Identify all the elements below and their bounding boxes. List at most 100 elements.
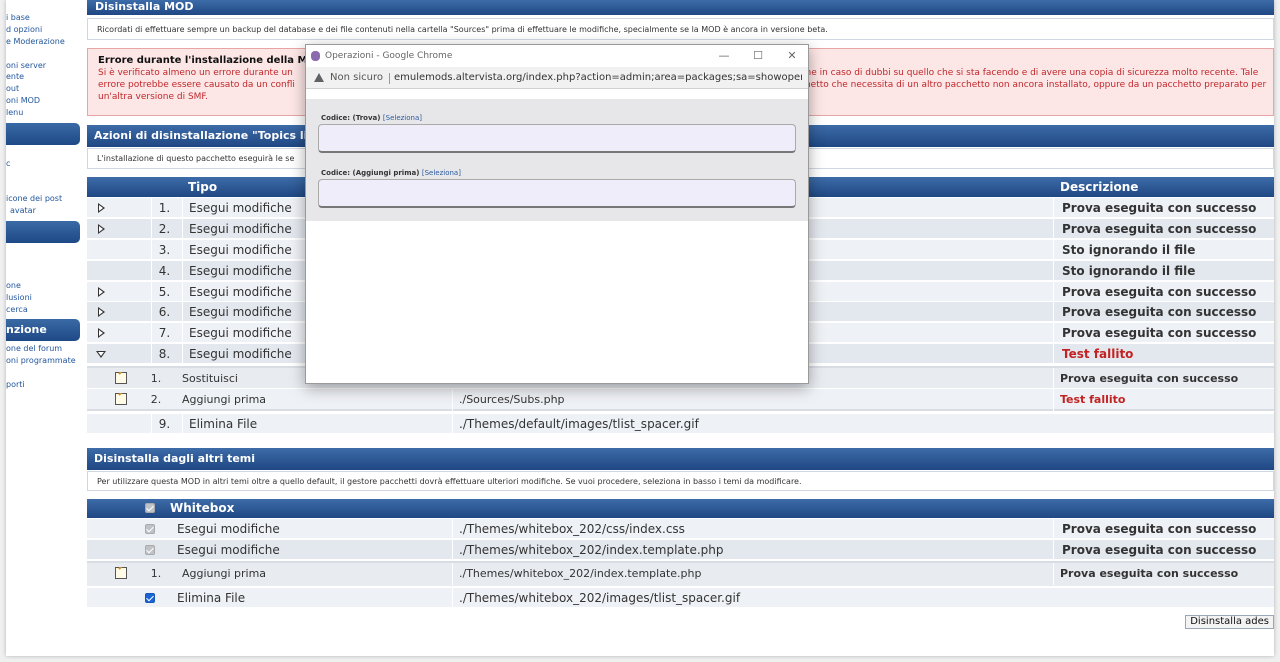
sidebar-link[interactable]: out	[6, 84, 19, 93]
sidebar-link[interactable]: avatar	[10, 206, 36, 215]
address-url[interactable]: emulemods.altervista.org/index.php?actio…	[394, 67, 802, 89]
expand-arrow-icon[interactable]	[93, 323, 113, 343]
action-status: Sto ignorando il file	[1053, 240, 1274, 260]
action-status: Sto ignorando il file	[1053, 261, 1274, 281]
theme-subaction-row: 1. Aggiungi prima ./Themes/whitebox_202/…	[87, 561, 1274, 586]
expand-arrow-icon[interactable]	[93, 282, 113, 302]
action-file: ./Themes/whitebox_202/images/tlist_space…	[452, 588, 1052, 608]
forum-admin-page: i base d opzioni e Moderazione oni serve…	[6, 0, 1274, 656]
add-before-code-label: Codice: (Aggiungi prima) [Seleziona]	[321, 169, 461, 177]
action-number: 3.	[151, 240, 177, 260]
sidebar-link[interactable]: lenu	[6, 108, 23, 117]
action-status: Prova eseguita con successo	[1053, 519, 1274, 539]
add-before-code-box[interactable]	[318, 179, 796, 208]
action-number: 4.	[151, 261, 177, 281]
subaction-file: ./Sources/Subs.php	[452, 389, 1052, 411]
sidebar-link[interactable]: oni server	[6, 61, 46, 70]
action-status: Prova eseguita con successo	[1053, 323, 1274, 343]
action-checkbox[interactable]	[145, 545, 155, 555]
sidebar-link[interactable]: cerca	[6, 305, 28, 314]
action-type: Elimina File	[177, 591, 246, 605]
sidebar-link[interactable]: ente	[6, 72, 24, 81]
subaction-number: 1.	[150, 372, 162, 385]
action-type: Elimina File	[182, 414, 452, 434]
popup-body: Codice: (Trova) [Seleziona] Codice: (Agg…	[306, 99, 808, 221]
theme-header-row: Whitebox	[87, 499, 1274, 518]
edit-icon[interactable]	[115, 567, 129, 581]
minimize-icon[interactable]: —	[707, 45, 741, 67]
theme-name: Whitebox	[170, 501, 235, 515]
action-row: 9. Elimina File ./Themes/default/images/tl…	[87, 414, 1274, 434]
sidebar-section-header	[6, 123, 80, 145]
error-text: errore potrebbe essere causato da un con…	[98, 80, 295, 90]
sidebar-link[interactable]: one	[6, 281, 21, 290]
action-type: Esegui modifiche	[177, 522, 280, 536]
select-link[interactable]: [Seleziona]	[422, 169, 461, 177]
action-status: Prova eseguita con successo	[1053, 540, 1274, 560]
find-code-box[interactable]	[318, 124, 796, 153]
subaction-type: Aggiungi prima	[182, 567, 267, 580]
sidebar-link[interactable]: c	[6, 159, 10, 168]
collapse-arrow-icon[interactable]	[93, 344, 113, 364]
expand-arrow-icon[interactable]	[93, 302, 113, 322]
action-file: ./Themes/default/images/tlist_spacer.gif	[452, 414, 1052, 434]
warning-icon	[314, 73, 324, 82]
action-file: ./Themes/whitebox_202/index.template.php	[452, 540, 1052, 560]
theme-action-row: Esegui modifiche ./Themes/whitebox_202/c…	[87, 519, 1274, 539]
action-status: Prova eseguita con successo	[1053, 198, 1274, 218]
maximize-icon[interactable]: ☐	[741, 45, 775, 67]
error-text: chetto che necessita di un altro pacchet…	[800, 80, 1267, 90]
subaction-file: ./Themes/whitebox_202/index.template.php	[452, 563, 1052, 585]
sidebar-link[interactable]: e Moderazione	[6, 37, 65, 46]
operations-popup-window: Operazioni - Google Chrome — ☐ ✕ Non sic…	[305, 44, 809, 384]
select-link[interactable]: [Seleziona]	[383, 114, 422, 122]
action-file: ./Themes/whitebox_202/css/index.css	[452, 519, 1052, 539]
theme-action-row: Elimina File ./Themes/whitebox_202/image…	[87, 588, 1274, 608]
error-text: one in caso di dubbi su quello che si st…	[800, 68, 1259, 78]
expand-arrow-icon[interactable]	[93, 219, 113, 239]
other-themes-header: Disinstalla dagli altri temi	[87, 448, 1274, 470]
uninstall-now-button[interactable]: Disinstalla ades	[1185, 615, 1274, 629]
action-number: 2.	[151, 219, 177, 239]
expand-arrow-icon[interactable]	[93, 198, 113, 218]
sidebar-link[interactable]: porti	[6, 380, 25, 389]
subaction-number: 1.	[150, 567, 162, 580]
column-description: Descrizione	[1060, 180, 1139, 194]
sidebar-link[interactable]: i base	[6, 13, 30, 22]
find-code-label: Codice: (Trova) [Seleziona]	[321, 114, 422, 122]
sidebar-link[interactable]: icone dei post	[6, 194, 62, 203]
security-status[interactable]: Non sicuro	[330, 67, 383, 89]
sidebar-section-header: nzione	[6, 319, 80, 341]
edit-icon[interactable]	[115, 372, 129, 386]
expander-placeholder	[93, 261, 113, 281]
theme-action-row: Esegui modifiche ./Themes/whitebox_202/i…	[87, 540, 1274, 560]
column-type: Tipo	[188, 180, 218, 194]
subaction-row: 2. Aggiungi prima ./Sources/Subs.php Test f…	[87, 389, 1274, 411]
uninstall-mod-header: Disinstalla MOD	[87, 0, 1274, 15]
action-number: 5.	[151, 282, 177, 302]
edit-icon[interactable]	[115, 393, 129, 407]
sidebar-link[interactable]: one del forum	[6, 344, 62, 353]
sidebar-link[interactable]: oni programmate	[6, 356, 76, 365]
action-number: 6.	[151, 302, 177, 322]
action-number: 8.	[151, 344, 177, 364]
action-checkbox[interactable]	[145, 593, 155, 603]
other-themes-notice: Per utilizzare questa MOD in altri temi …	[87, 471, 1274, 491]
close-icon[interactable]: ✕	[775, 45, 809, 67]
subaction-status: Prova eseguita con successo	[1053, 368, 1274, 390]
action-checkbox[interactable]	[145, 524, 155, 534]
action-number: 1.	[151, 198, 177, 218]
action-status: Test fallito	[1053, 344, 1274, 364]
section-title: Disinstalla MOD	[95, 0, 194, 13]
sidebar-link[interactable]: lusioni	[6, 293, 32, 302]
theme-checkbox[interactable]	[145, 503, 155, 513]
subaction-number: 2.	[150, 393, 162, 406]
popup-title: Operazioni - Google Chrome	[325, 51, 453, 61]
site-favicon-icon	[311, 51, 320, 61]
action-number: 7.	[151, 323, 177, 343]
address-bar[interactable]: Non sicuro emulemods.altervista.org/inde…	[306, 67, 808, 89]
sidebar-link[interactable]: oni MOD	[6, 96, 40, 105]
subaction-status: Prova eseguita con successo	[1053, 563, 1274, 585]
popup-titlebar[interactable]: Operazioni - Google Chrome — ☐ ✕	[306, 45, 808, 67]
sidebar-link[interactable]: d opzioni	[6, 25, 42, 34]
